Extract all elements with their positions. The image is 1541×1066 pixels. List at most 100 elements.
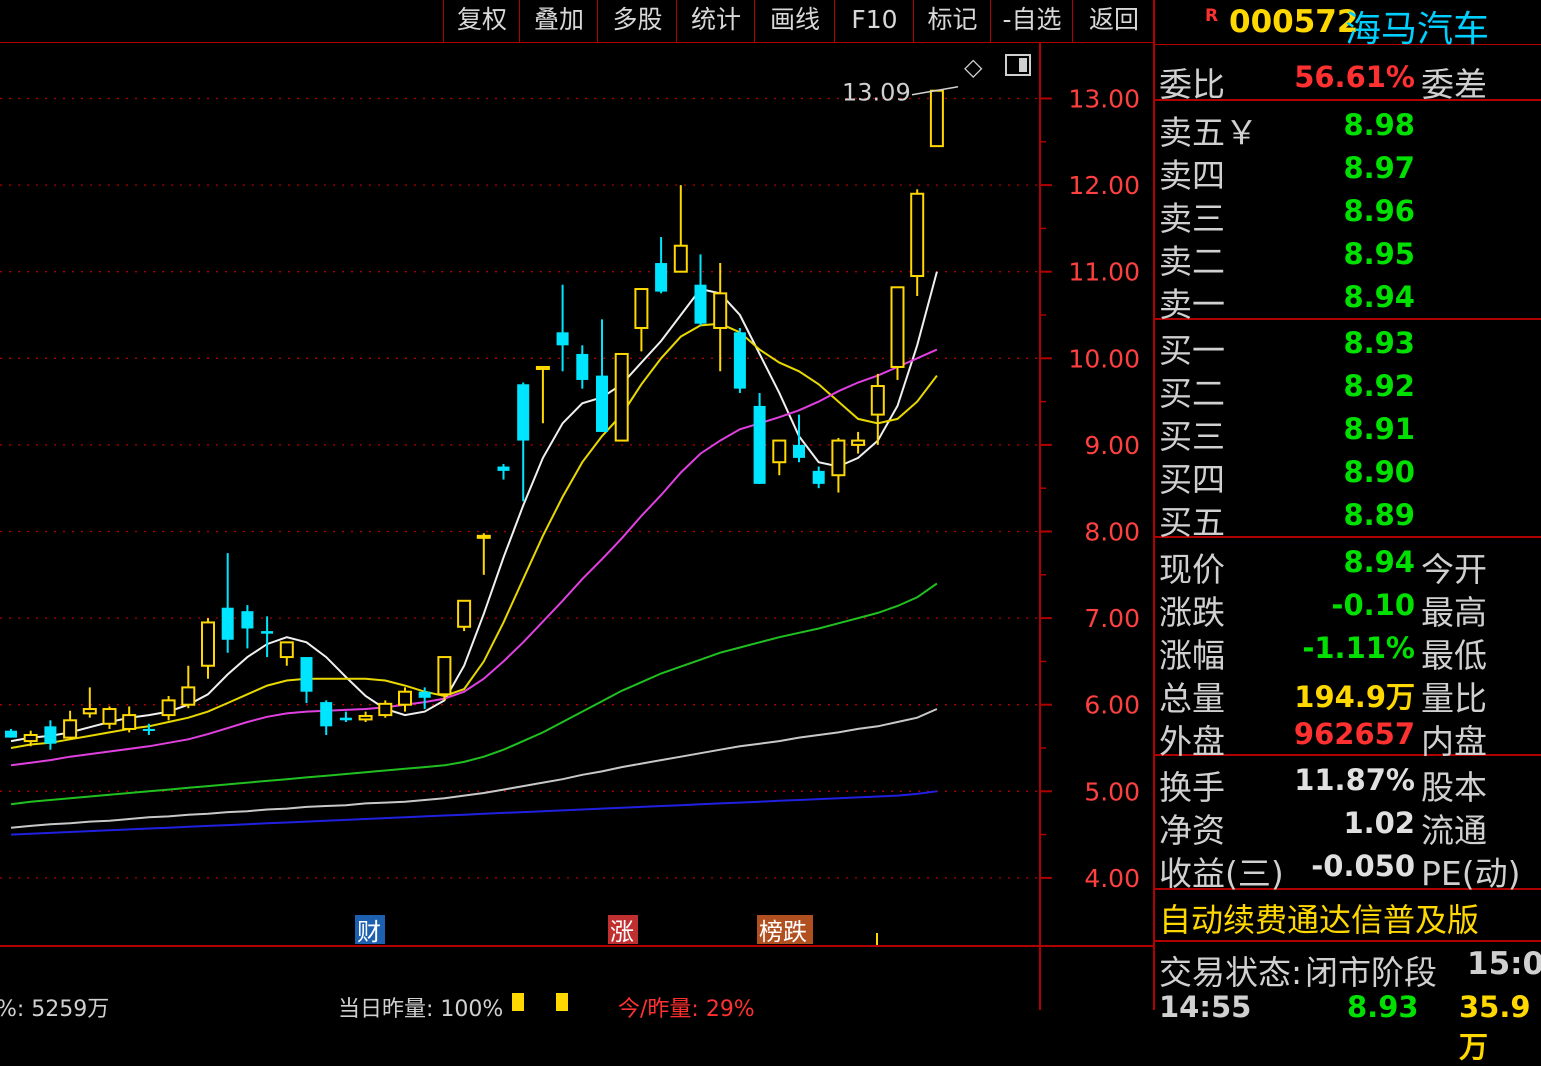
quote-stat-value: -0.10 [1331, 588, 1415, 622]
sell-order-2-value: 8.95 [1343, 237, 1415, 271]
toolbar-button-4[interactable]: 画线 [754, 0, 835, 42]
y-tick-label: 5.00 [1084, 777, 1140, 806]
buy-order-2-row: 买二 8.92 [1155, 365, 1541, 413]
toolbar-button-1[interactable]: 叠加 [519, 0, 598, 42]
y-tick-label: 12.00 [1068, 171, 1140, 200]
quote-stat-row: 涨跌 -0.10 最高 [1155, 584, 1541, 632]
candle-body [476, 534, 491, 539]
finance-stat-label: 收益(三) [1159, 854, 1284, 893]
toolbar-button-2[interactable]: 多股 [597, 0, 677, 42]
stock-code: 000572 [1229, 4, 1359, 40]
candle-body [793, 444, 805, 458]
max-price-label: 13.09 [842, 79, 911, 107]
candle-body [614, 352, 629, 442]
diamond-icon[interactable]: ◇ [964, 53, 983, 81]
sell-order-2-row: 卖二 8.95 [1155, 233, 1541, 281]
toolbar-button-7[interactable]: -自选 [990, 0, 1073, 42]
trade-status-row: 交易状态: 闭市阶段 15:02 [1155, 944, 1541, 992]
candle-body [851, 439, 866, 446]
y-tick-label: 13.00 [1068, 85, 1140, 114]
tick-price: 8.93 [1347, 990, 1419, 1024]
buy-order-1-row: 买一 8.93 [1155, 322, 1541, 370]
ma-line-6 [10, 790, 938, 836]
toolbar-button-8[interactable]: 返回 [1072, 0, 1155, 42]
toolbar-button-3[interactable]: 统计 [676, 0, 755, 42]
tick-volume: 35.9万 [1459, 990, 1531, 1064]
y-tick-label: 4.00 [1084, 864, 1140, 893]
candle-body [378, 702, 393, 717]
candle-body [261, 631, 274, 634]
buy-order-5-value: 8.89 [1343, 498, 1415, 532]
candle-body [831, 439, 846, 477]
buy-order-5-label: 买五 [1159, 503, 1225, 542]
volume-yellow-block [556, 993, 568, 1011]
candle-body [596, 375, 608, 432]
candle-body [870, 385, 885, 416]
volume-right-text: 今/昨量: 29% [618, 997, 755, 1022]
volume-mid-text: 当日昨量: 100% [338, 997, 504, 1022]
event-tag[interactable]: 财 [357, 918, 381, 946]
quote-stat-row: 外盘 962657 内盘 [1155, 713, 1541, 761]
candle-body [655, 263, 668, 292]
quote-stat-value: -1.11% [1302, 631, 1415, 665]
candle-body [44, 726, 57, 744]
quote-stat-value: 8.94 [1343, 545, 1415, 579]
sell-order-4-value: 8.97 [1343, 151, 1415, 185]
candle-body [772, 439, 787, 464]
candle-body [673, 244, 688, 273]
volume-left-text: %: 5259万 [0, 997, 110, 1022]
candle-body [398, 690, 412, 706]
quote-stat-value: 962657 [1293, 717, 1415, 751]
quote-stat-label: 外盘 [1159, 722, 1225, 761]
finance-stat-row: 收益(三) -0.050 PE(动) [1155, 845, 1541, 893]
divider [1155, 99, 1541, 101]
finance-stat-row: 换手 11.87% 股本 [1155, 759, 1541, 807]
candle-body [279, 641, 294, 659]
promo-text[interactable]: 自动续费通达信普及版 [1159, 895, 1479, 941]
candle-body [63, 719, 78, 739]
event-tag[interactable]: 涨 [610, 918, 634, 946]
candle-body [556, 332, 569, 346]
candle-body [437, 656, 452, 696]
candle-body [634, 288, 649, 329]
kline-chart[interactable]: 13.00 12.00 11.00 10.00 9.00 8.00 7.00 6.00 5.00… [0, 43, 1153, 1010]
buy-order-3-value: 8.91 [1343, 412, 1415, 446]
divider [1155, 940, 1541, 942]
candle-body [23, 734, 38, 743]
sell-order-4-row: 卖四 8.97 [1155, 147, 1541, 195]
quote-stat-row: 涨幅 -1.11% 最低 [1155, 627, 1541, 675]
ma-line-1 [10, 271, 938, 743]
candle-body [358, 714, 373, 721]
candle-body [122, 714, 137, 730]
candle-body [535, 365, 550, 370]
candle-body [418, 691, 431, 698]
candle-body [517, 384, 530, 441]
candle-body [929, 89, 944, 148]
quote-stat-label2: 内盘 [1421, 722, 1487, 761]
toolbar-button-6[interactable]: 标记 [913, 0, 991, 42]
candle-body [497, 466, 510, 471]
y-tick-label: 6.00 [1084, 691, 1140, 720]
buy-order-4-value: 8.90 [1343, 455, 1415, 489]
promo-banner[interactable]: 自动续费通达信普及版 [1155, 893, 1541, 939]
candle-body [812, 470, 825, 484]
candle-body [576, 353, 589, 380]
candle-body [142, 728, 155, 731]
volume-indicator-bar: %: 5259万 当日昨量: 100% 今/昨量: 29% [0, 946, 1153, 1022]
event-tag[interactable]: 榜跌 [759, 918, 807, 946]
toolbar-button-5[interactable]: F10 [834, 0, 914, 42]
volume-yellow-block [512, 993, 524, 1011]
sell-order-1-value: 8.94 [1343, 280, 1415, 314]
y-tick-label: 8.00 [1084, 518, 1140, 547]
candle-body [241, 611, 254, 629]
chart-toolbar: 复权 叠加 多股 统计 画线 F10 标记 -自选 返回 [0, 0, 1154, 43]
ma-line-3 [10, 348, 938, 767]
candle-body [320, 702, 333, 727]
toolbar-button-0[interactable]: 复权 [443, 0, 520, 42]
stock-name: 海马汽车 [1345, 9, 1490, 50]
quote-panel: R 000572 海马汽车 委比 56.61% 委差 自动续费通达信普及版 交易… [1155, 0, 1541, 1064]
sell-order-5-value: 8.98 [1343, 108, 1415, 142]
panel-toggle-icon-fill [1019, 58, 1027, 72]
buy-order-3-row: 买三 8.91 [1155, 408, 1541, 456]
finance-stat-value: 1.02 [1343, 806, 1415, 840]
